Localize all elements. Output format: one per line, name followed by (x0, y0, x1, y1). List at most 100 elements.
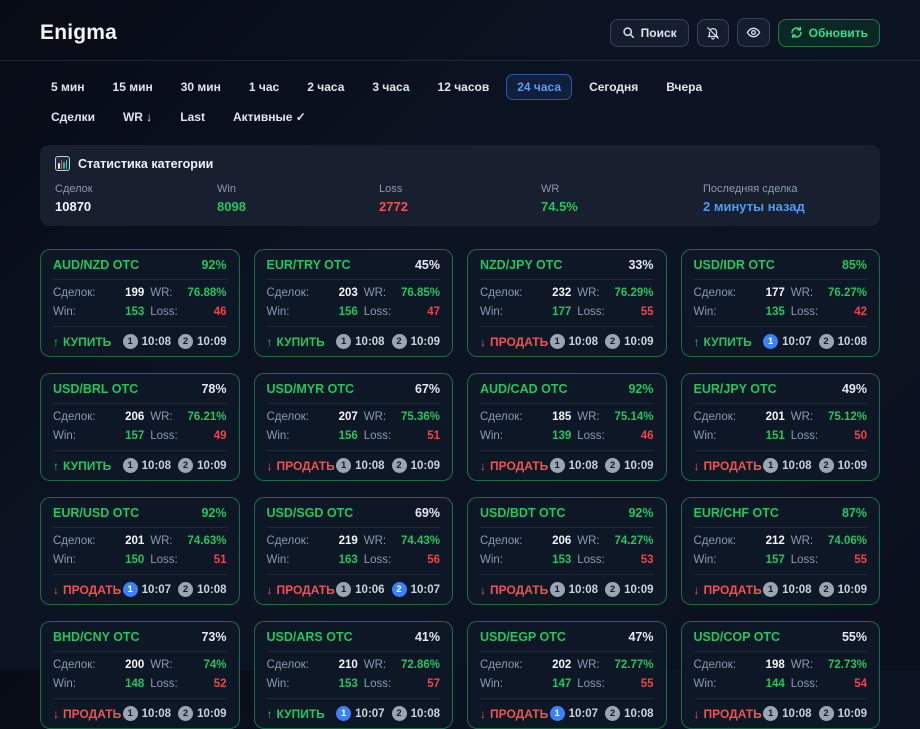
trade-action-button[interactable]: ↑ КУПИТЬ (267, 707, 325, 721)
time-filter-tab[interactable]: 1 час (238, 74, 290, 100)
trade-action-button[interactable]: ↓ ПРОДАТЬ (480, 335, 548, 349)
trade-times: 1 10:08 2 10:09 (763, 458, 867, 473)
pair-card[interactable]: USD/BDT OTC 92% Сделок: 206 WR: 74.27% W… (467, 497, 667, 605)
trade-action-button[interactable]: ↓ ПРОДАТЬ (694, 583, 762, 597)
time-filter-tab[interactable]: 24 часа (506, 74, 572, 100)
time-filter-tab[interactable]: 3 часа (361, 74, 420, 100)
sort-filter-tab[interactable]: Last (169, 104, 216, 130)
pair-name: USD/BDT OTC (480, 506, 565, 520)
wr-label: WR: (577, 659, 605, 672)
deals-value: 219 (315, 535, 358, 548)
win-label: Win: (53, 430, 96, 443)
pair-card[interactable]: AUD/NZD OTC 92% Сделок: 199 WR: 76.88% W… (40, 249, 240, 357)
deals-label: Сделок: (267, 411, 310, 424)
time-filter-tab[interactable]: 12 часов (427, 74, 501, 100)
pair-name: USD/EGP OTC (480, 630, 566, 644)
trade-action-label: КУПИТЬ (63, 335, 111, 349)
sort-filter-tab[interactable]: Активные ✓ (222, 104, 317, 130)
pair-card-stats: Сделок: 198 WR: 72.73% Win: 144 Loss: 54 (694, 652, 868, 699)
wr-label: WR: (364, 535, 392, 548)
refresh-icon (790, 26, 803, 39)
pair-percent: 49% (842, 382, 867, 396)
arrow-down-icon: ↓ (694, 707, 700, 721)
stat-item: Win 8098 (217, 183, 379, 214)
pair-percent: 92% (201, 258, 226, 272)
trade-action-button[interactable]: ↓ ПРОДАТЬ (53, 707, 121, 721)
trade-action-button[interactable]: ↓ ПРОДАТЬ (694, 459, 762, 473)
pair-card[interactable]: USD/ARS OTC 41% Сделок: 210 WR: 72.86% W… (254, 621, 454, 729)
notifications-off-button[interactable] (697, 19, 729, 47)
win-label: Win: (267, 430, 310, 443)
trade-number-badge: 1 (763, 334, 778, 349)
deals-value: 203 (315, 287, 358, 300)
pair-card[interactable]: EUR/JPY OTC 49% Сделок: 201 WR: 75.12% W… (681, 373, 881, 481)
pair-card[interactable]: EUR/CHF OTC 87% Сделок: 212 WR: 74.06% W… (681, 497, 881, 605)
trade-times: 1 10:08 2 10:09 (550, 458, 654, 473)
trade-time-item: 2 10:09 (178, 706, 226, 721)
pair-card[interactable]: EUR/TRY OTC 45% Сделок: 203 WR: 76.85% W… (254, 249, 454, 357)
time-filter-tab[interactable]: 15 мин (102, 74, 164, 100)
trade-action-button[interactable]: ↓ ПРОДАТЬ (267, 583, 335, 597)
pair-card[interactable]: NZD/JPY OTC 33% Сделок: 232 WR: 76.29% W… (467, 249, 667, 357)
wr-value: 74.43% (397, 535, 440, 548)
deals-label: Сделок: (480, 659, 523, 672)
wr-value: 74.27% (611, 535, 654, 548)
trade-action-label: ПРОДАТЬ (490, 335, 548, 349)
pair-card[interactable]: USD/BRL OTC 78% Сделок: 206 WR: 76.21% W… (40, 373, 240, 481)
sort-filter-tab[interactable]: Сделки (40, 104, 106, 130)
trade-action-button[interactable]: ↑ КУПИТЬ (694, 335, 752, 349)
time-filter-tab[interactable]: 30 мин (170, 74, 232, 100)
pair-card[interactable]: EUR/USD OTC 92% Сделок: 201 WR: 74.63% W… (40, 497, 240, 605)
bar-chart-icon (55, 156, 70, 171)
pair-card[interactable]: USD/COP OTC 55% Сделок: 198 WR: 72.73% W… (681, 621, 881, 729)
pair-card[interactable]: AUD/CAD OTC 92% Сделок: 185 WR: 75.14% W… (467, 373, 667, 481)
pair-card[interactable]: BHD/CNY OTC 73% Сделок: 200 WR: 74% Win:… (40, 621, 240, 729)
pair-card[interactable]: USD/EGP OTC 47% Сделок: 202 WR: 72.77% W… (467, 621, 667, 729)
deals-label: Сделок: (694, 535, 737, 548)
trade-time: 10:09 (197, 336, 226, 348)
stat-label: WR (541, 183, 703, 195)
pair-card-stats: Сделок: 177 WR: 76.27% Win: 135 Loss: 42 (694, 280, 868, 327)
pair-card-header: USD/SGD OTC 69% (267, 506, 441, 528)
trade-time-item: 2 10:09 (605, 582, 653, 597)
time-filter-tab[interactable]: 2 часа (296, 74, 355, 100)
pair-card-footer: ↓ ПРОДАТЬ 1 10:08 2 10:09 (480, 451, 654, 473)
win-value: 156 (315, 430, 358, 443)
wr-label: WR: (364, 287, 392, 300)
trade-action-button[interactable]: ↓ ПРОДАТЬ (480, 707, 548, 721)
trade-action-button[interactable]: ↑ КУПИТЬ (53, 335, 111, 349)
trade-time: 10:08 (569, 336, 598, 348)
stat-label: Последняя сделка (703, 183, 865, 195)
time-filter-tab[interactable]: Сегодня (578, 74, 649, 100)
trade-number-badge: 1 (336, 582, 351, 597)
time-filter-tab[interactable]: Вчера (655, 74, 713, 100)
stat-item: Loss 2772 (379, 183, 541, 214)
trade-action-button[interactable]: ↓ ПРОДАТЬ (267, 459, 335, 473)
trade-action-button[interactable]: ↑ КУПИТЬ (267, 335, 325, 349)
visibility-button[interactable] (737, 18, 770, 47)
sort-filter-tab[interactable]: WR ↓ (112, 104, 163, 130)
trade-number-badge: 2 (178, 458, 193, 473)
refresh-button[interactable]: Обновить (778, 19, 880, 47)
trade-action-button[interactable]: ↑ КУПИТЬ (53, 459, 111, 473)
trade-action-button[interactable]: ↓ ПРОДАТЬ (480, 583, 548, 597)
trade-number-badge: 2 (605, 706, 620, 721)
trade-action-label: ПРОДАТЬ (63, 583, 121, 597)
win-label: Win: (267, 306, 310, 319)
wr-value: 72.77% (611, 659, 654, 672)
stats-row: Сделок 10870 Win 8098 Loss 2772 WR 74.5%… (55, 183, 865, 214)
loss-label: Loss: (364, 678, 392, 691)
trade-action-label: ПРОДАТЬ (490, 583, 548, 597)
loss-value: 55 (824, 554, 867, 567)
pair-card[interactable]: USD/IDR OTC 85% Сделок: 177 WR: 76.27% W… (681, 249, 881, 357)
pair-card[interactable]: USD/SGD OTC 69% Сделок: 219 WR: 74.43% W… (254, 497, 454, 605)
time-filter-tab[interactable]: 5 мин (40, 74, 96, 100)
trade-action-button[interactable]: ↓ ПРОДАТЬ (694, 707, 762, 721)
trade-action-button[interactable]: ↓ ПРОДАТЬ (53, 583, 121, 597)
eye-icon (746, 25, 761, 40)
pair-card[interactable]: USD/MYR OTC 67% Сделок: 207 WR: 75.36% W… (254, 373, 454, 481)
category-stats-panel: Статистика категории Сделок 10870 Win 80… (40, 145, 880, 226)
trade-number-badge: 1 (123, 706, 138, 721)
search-button[interactable]: Поиск (610, 19, 689, 47)
trade-action-button[interactable]: ↓ ПРОДАТЬ (480, 459, 548, 473)
